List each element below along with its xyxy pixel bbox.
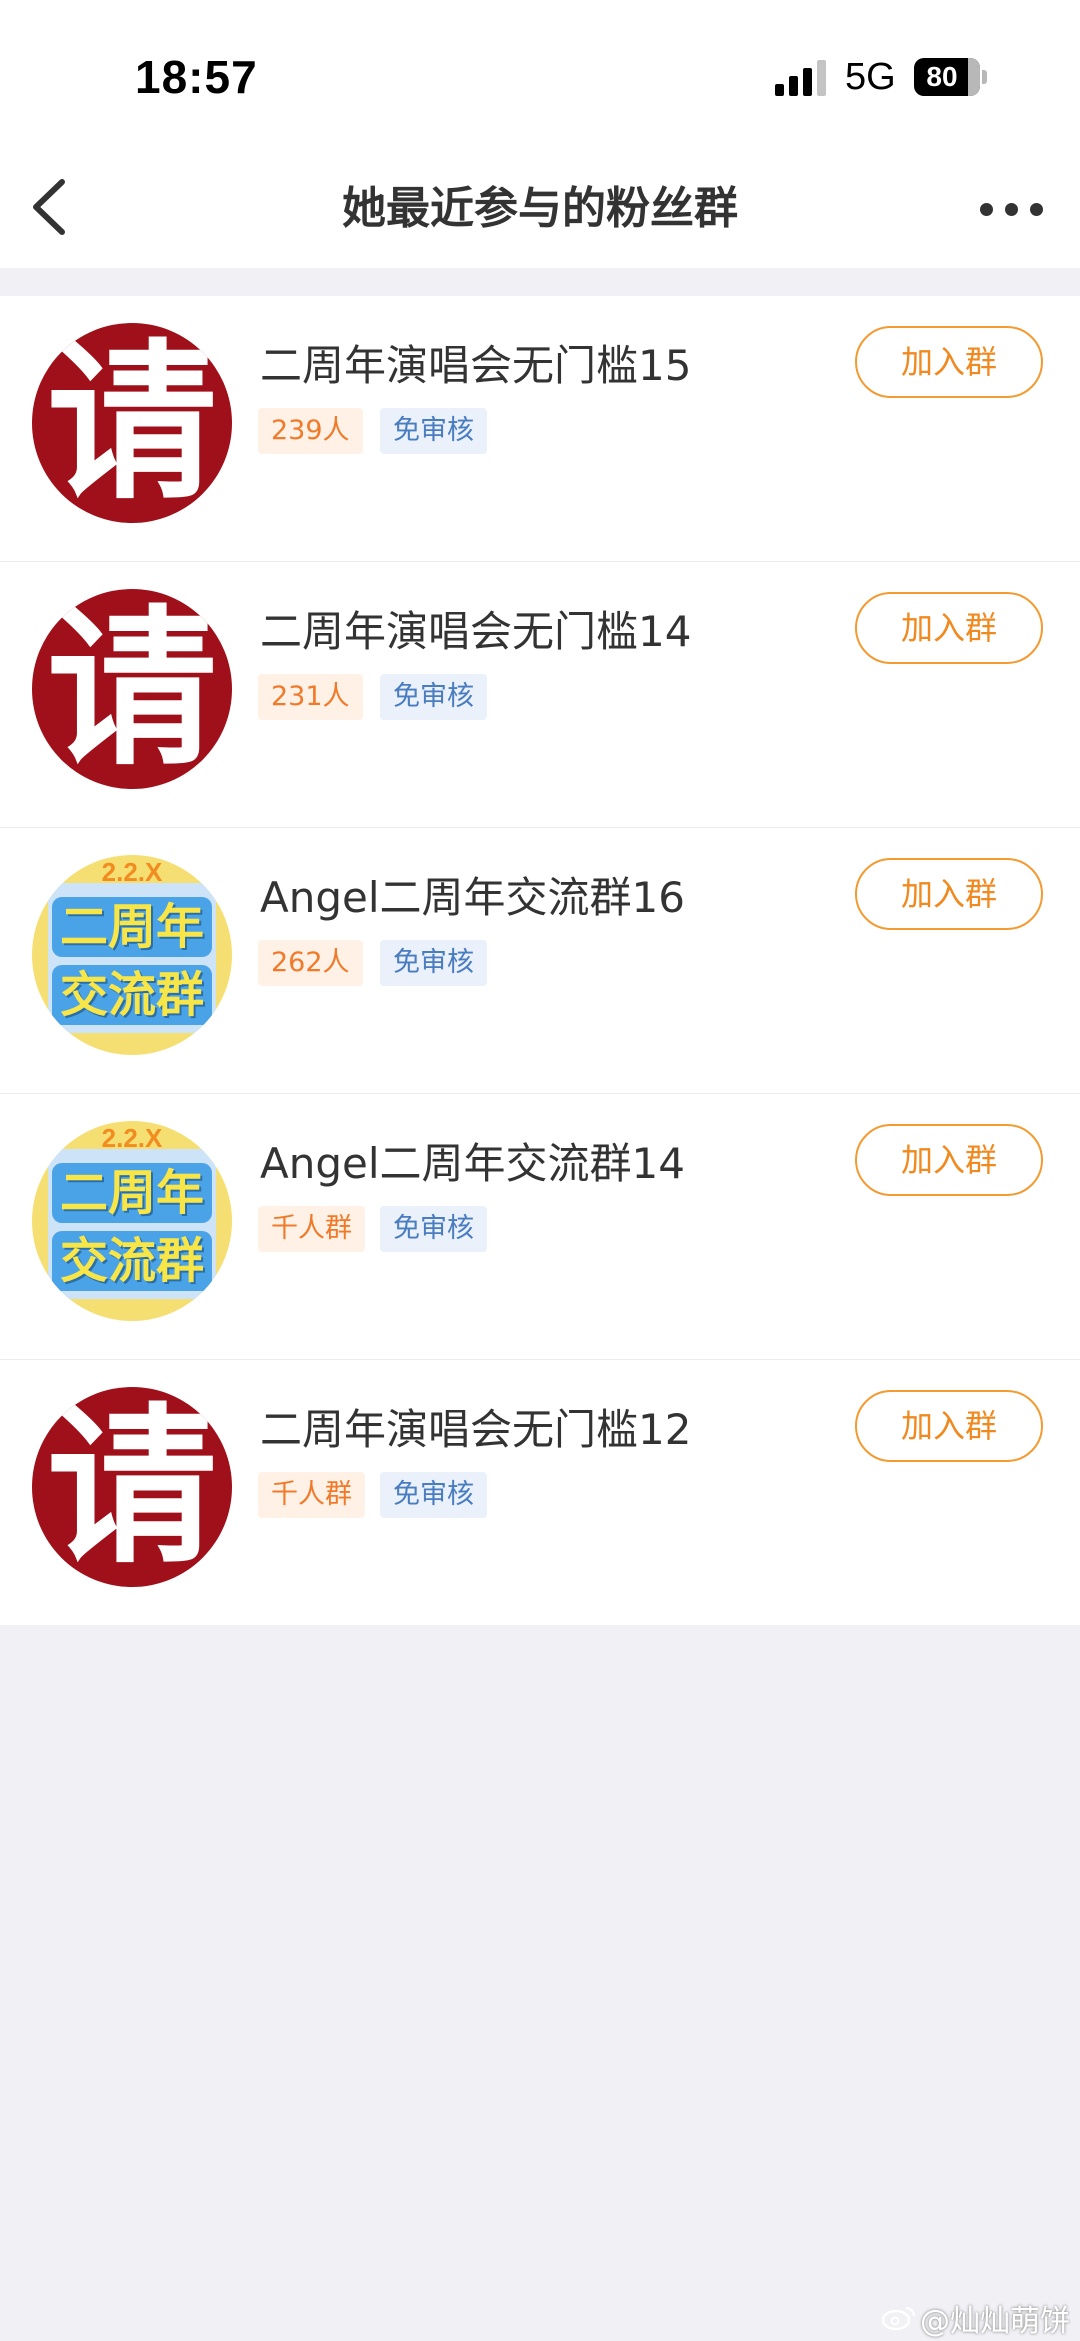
- member-count-badge: 262人: [258, 940, 363, 986]
- page-title: 她最近参与的粉丝群: [342, 183, 738, 234]
- no-review-badge: 免审核: [380, 674, 487, 720]
- weibo-logo-icon: [882, 2306, 916, 2331]
- no-review-badge: 免审核: [380, 1472, 487, 1518]
- list-item[interactable]: 请 二周年演唱会无门槛12 千人群 免审核 加入群: [0, 1360, 1080, 1625]
- avatar-top-text: 2.2.X: [101, 857, 163, 887]
- join-group-button[interactable]: 加入群: [855, 592, 1043, 664]
- no-review-badge: 免审核: [380, 940, 487, 986]
- avatar-line-2: 交流群: [52, 965, 212, 1025]
- member-count-badge: 千人群: [258, 1472, 365, 1518]
- list-item[interactable]: 请 二周年演唱会无门槛14 231人 免审核 加入群: [0, 562, 1080, 828]
- group-avatar[interactable]: 请: [32, 323, 232, 523]
- avatar-top-text: 2.2.X: [101, 1123, 163, 1153]
- join-group-button[interactable]: 加入群: [855, 1124, 1043, 1196]
- more-dots-icon[interactable]: [972, 186, 1052, 232]
- group-name: Angel二周年交流群14: [260, 1139, 685, 1188]
- no-review-badge: 免审核: [380, 408, 487, 454]
- group-name: Angel二周年交流群16: [260, 873, 685, 922]
- battery-icon: 80: [914, 58, 987, 96]
- network-type: 5G: [845, 56, 896, 98]
- list-item[interactable]: 2.2.X 二周年 交流群 Angel二周年交流群16 262人 免审核 加入群: [0, 828, 1080, 1094]
- cellular-signal-icon: [775, 60, 826, 96]
- member-count-badge: 239人: [258, 408, 363, 454]
- group-name: 二周年演唱会无门槛12: [260, 1405, 692, 1454]
- group-avatar[interactable]: 2.2.X 二周年 交流群: [32, 1121, 232, 1321]
- nav-bar: 她最近参与的粉丝群: [0, 150, 1080, 268]
- watermark-text: @灿灿萌饼: [920, 2304, 1070, 2339]
- avatar-line-2: 交流群: [52, 1231, 212, 1291]
- avatar-line-1: 二周年: [52, 897, 212, 957]
- battery-level: 80: [926, 61, 958, 92]
- join-group-button[interactable]: 加入群: [855, 858, 1043, 930]
- avatar-line-1: 二周年: [52, 1163, 212, 1223]
- join-group-button[interactable]: 加入群: [855, 326, 1043, 398]
- member-count-badge: 千人群: [258, 1206, 365, 1252]
- list-item[interactable]: 请 二周年演唱会无门槛15 239人 免审核 加入群: [0, 296, 1080, 562]
- group-avatar[interactable]: 2.2.X 二周年 交流群: [32, 855, 232, 1055]
- back-chevron-icon[interactable]: [24, 172, 84, 242]
- status-bar: 18:57 5G 80: [0, 0, 1080, 150]
- list-item[interactable]: 2.2.X 二周年 交流群 Angel二周年交流群14 千人群 免审核 加入群: [0, 1094, 1080, 1360]
- watermark: @灿灿萌饼: [882, 2296, 1070, 2340]
- group-name: 二周年演唱会无门槛15: [260, 341, 692, 390]
- group-avatar[interactable]: 请: [32, 589, 232, 789]
- fan-group-list: 请 二周年演唱会无门槛15 239人 免审核 加入群 请 二周年演唱会无门槛14…: [0, 296, 1080, 1625]
- status-time: 18:57: [135, 51, 258, 103]
- group-avatar[interactable]: 请: [32, 1387, 232, 1587]
- join-group-button[interactable]: 加入群: [855, 1390, 1043, 1462]
- no-review-badge: 免审核: [380, 1206, 487, 1252]
- group-name: 二周年演唱会无门槛14: [260, 607, 692, 656]
- member-count-badge: 231人: [258, 674, 363, 720]
